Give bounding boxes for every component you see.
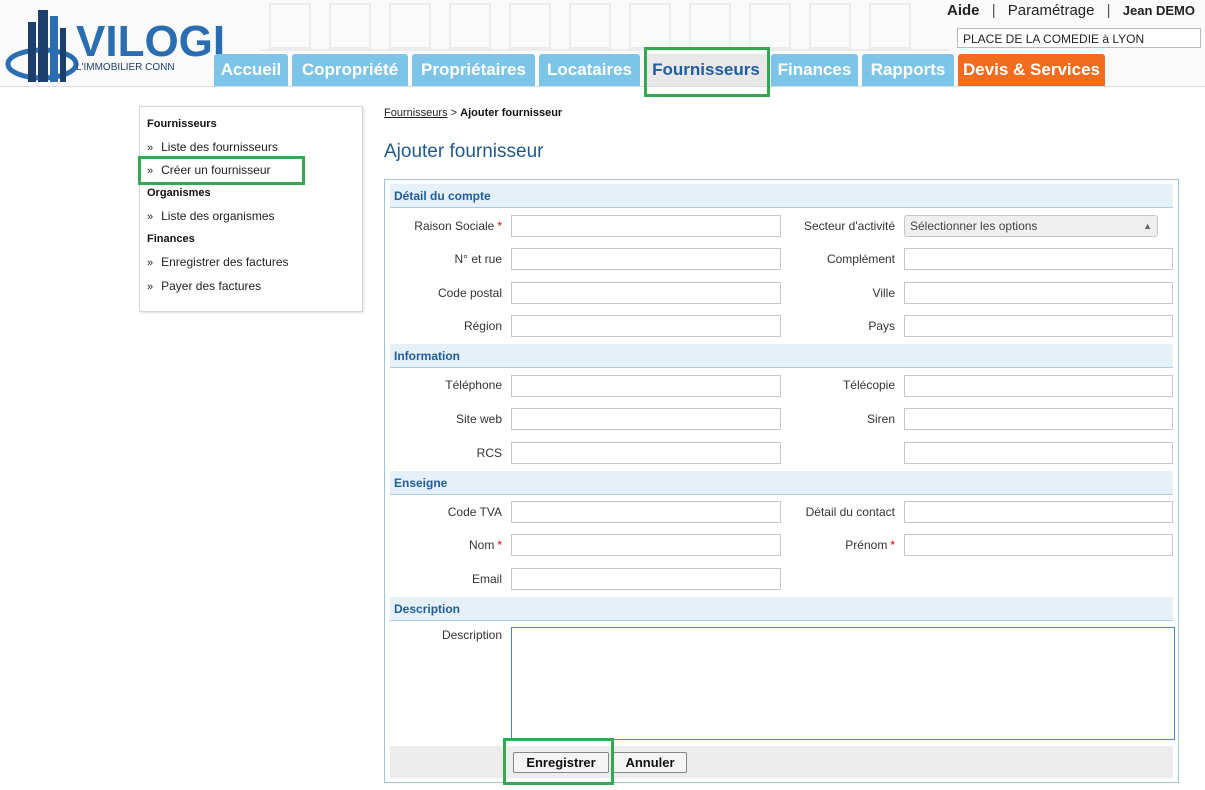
label-no-rue: N° et rue [454, 252, 502, 266]
description-textarea[interactable] [511, 627, 1175, 740]
sidebar-item-creer-fournisseur[interactable]: » Créer un fournisseur [147, 163, 271, 177]
save-button[interactable]: Enregistrer [513, 752, 609, 773]
code-tva-field[interactable] [511, 501, 781, 523]
breadcrumb-link-fournisseurs[interactable]: Fournisseurs [384, 107, 448, 119]
select-arrows-icon: ▲ [1143, 221, 1152, 231]
label-detail-contact: Détail du contact [805, 505, 895, 519]
label-site-web: Site web [455, 412, 502, 426]
sidebar-item-enregistrer-factures[interactable]: » Enregistrer des factures [147, 255, 289, 269]
section-enseigne: Enseigne [390, 471, 1173, 495]
nom-field[interactable] [511, 534, 781, 556]
extra-info-field[interactable] [904, 442, 1173, 464]
cancel-button[interactable]: Annuler [613, 752, 687, 773]
help-link[interactable]: Aide [947, 2, 980, 19]
breadcrumb-current: Ajouter fournisseur [460, 107, 563, 119]
detail-contact-field[interactable] [904, 501, 1173, 523]
siren-field[interactable] [904, 408, 1173, 430]
breadcrumb: Fournisseurs > Ajouter fournisseur [384, 107, 562, 119]
label-secteur: Secteur d'activité [803, 219, 895, 233]
divider: | [1106, 2, 1111, 19]
app-header: VILOGI L'IMMOBILIER CONN Aide | Paramétr… [0, 0, 1205, 87]
section-description: Description [390, 597, 1173, 621]
label-nom: Nom * [468, 538, 502, 552]
svg-text:VILOGI: VILOGI [76, 17, 225, 66]
sidebar-item-payer-factures[interactable]: » Payer des factures [147, 279, 261, 293]
user-name[interactable]: Jean DEMO [1123, 3, 1195, 18]
prenom-field[interactable] [904, 534, 1173, 556]
sidebar-heading-organismes: Organismes [147, 187, 211, 199]
tab-devis-services[interactable]: Devis & Services [958, 54, 1105, 86]
sidebar-item-liste-fournisseurs[interactable]: » Liste des fournisseurs [147, 140, 278, 154]
chevron-double-right-icon: » [147, 257, 154, 269]
page-title: Ajouter fournisseur [384, 141, 544, 162]
label-telephone: Téléphone [445, 378, 502, 392]
email-field[interactable] [511, 568, 781, 590]
rcs-field[interactable] [511, 442, 781, 464]
raison-sociale-field[interactable] [511, 215, 781, 237]
tab-finances[interactable]: Finances [771, 54, 858, 86]
chevron-double-right-icon: » [147, 211, 154, 223]
label-raison-sociale: Raison Sociale * [414, 219, 502, 233]
label-description: Description [441, 628, 502, 642]
ville-field[interactable] [904, 282, 1173, 304]
label-prenom: Prénom * [845, 538, 895, 552]
location-selector[interactable]: PLACE DE LA COMEDIE à LYON [957, 28, 1201, 48]
chevron-double-right-icon: » [147, 281, 154, 293]
tab-copropriete[interactable]: Copropriété [292, 54, 408, 86]
label-siren: Siren [866, 412, 895, 426]
code-postal-field[interactable] [511, 282, 781, 304]
telephone-field[interactable] [511, 375, 781, 397]
sidebar: Fournisseurs » Liste des fournisseurs » Cr… [139, 106, 363, 312]
label-telecopie: Télécopie [842, 378, 895, 392]
tab-rapports[interactable]: Rapports [862, 54, 954, 86]
label-code-postal: Code postal [437, 286, 502, 300]
label-ville: Ville [872, 286, 895, 300]
section-account-details: Détail du compte [390, 184, 1173, 208]
label-complement: Complément [826, 252, 895, 266]
top-links: Aide | Paramétrage | Jean DEMO [947, 2, 1195, 19]
label-pays: Pays [868, 319, 895, 333]
no-rue-field[interactable] [511, 248, 781, 270]
secteur-activite-select[interactable]: Sélectionner les options ▲ [904, 215, 1158, 237]
pays-field[interactable] [904, 315, 1173, 337]
chevron-double-right-icon: » [147, 142, 154, 154]
tab-proprietaires[interactable]: Propriétaires [412, 54, 535, 86]
tab-locataires[interactable]: Locataires [539, 54, 640, 86]
breadcrumb-separator: > [450, 107, 458, 119]
region-field[interactable] [511, 315, 781, 337]
form-actions-bar [390, 746, 1173, 778]
telecopie-field[interactable] [904, 375, 1173, 397]
sidebar-heading-finances: Finances [147, 233, 195, 245]
section-information: Information [390, 344, 1173, 368]
tab-accueil[interactable]: Accueil [214, 54, 288, 86]
settings-link[interactable]: Paramétrage [1008, 2, 1095, 19]
sidebar-item-liste-organismes[interactable]: » Liste des organismes [147, 209, 275, 223]
divider: | [991, 2, 996, 19]
site-web-field[interactable] [511, 408, 781, 430]
chevron-double-right-icon: » [147, 165, 154, 177]
svg-text:L'IMMOBILIER CONN: L'IMMOBILIER CONN [76, 62, 175, 73]
complement-field[interactable] [904, 248, 1173, 270]
label-region: Région [463, 319, 502, 333]
label-email: Email [471, 572, 502, 586]
sidebar-heading-fournisseurs: Fournisseurs [147, 118, 217, 130]
label-code-tva: Code TVA [447, 505, 502, 519]
tab-fournisseurs[interactable]: Fournisseurs [645, 54, 767, 86]
label-rcs: RCS [476, 446, 502, 460]
